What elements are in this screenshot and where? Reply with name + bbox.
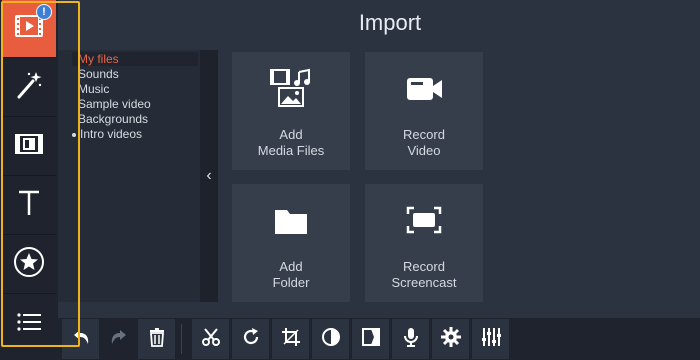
page-title: Import bbox=[358, 10, 422, 35]
cut-icon bbox=[200, 326, 222, 353]
undo-icon bbox=[70, 326, 92, 353]
crop-button[interactable] bbox=[272, 319, 309, 359]
tree-item-music[interactable]: Music bbox=[78, 82, 109, 97]
rotate-icon bbox=[240, 326, 262, 353]
transition-button[interactable] bbox=[352, 319, 389, 359]
tree-bullet-icon bbox=[72, 132, 76, 137]
sidebar-item-more[interactable] bbox=[2, 295, 56, 353]
redo-button[interactable] bbox=[100, 319, 137, 359]
left-toolbar: ! bbox=[0, 0, 58, 360]
add-media-files-button[interactable]: Add Media Files bbox=[232, 52, 350, 170]
transition-icon bbox=[360, 326, 382, 353]
settings-icon bbox=[440, 326, 462, 353]
tree-item-label: Intro videos bbox=[80, 127, 143, 141]
notification-badge: ! bbox=[36, 4, 52, 20]
tile-label: Record Video bbox=[403, 127, 445, 158]
video-editor-window: ! My files Sounds Music Sample video Bac… bbox=[0, 0, 700, 360]
microphone-button[interactable] bbox=[392, 319, 429, 359]
tile-label: Add Folder bbox=[272, 259, 310, 290]
tree-item-sounds[interactable]: Sounds bbox=[78, 67, 119, 82]
crop-icon bbox=[280, 326, 302, 353]
cut-button[interactable] bbox=[192, 319, 229, 359]
list-icon bbox=[11, 304, 47, 345]
add-media-icon bbox=[269, 52, 313, 113]
tree-item-backgrounds[interactable]: Backgrounds bbox=[78, 112, 148, 127]
undo-button[interactable] bbox=[62, 319, 99, 359]
video-camera-icon bbox=[402, 52, 446, 113]
chevron-left-icon: ‹ bbox=[206, 167, 212, 184]
sidebar-item-filters[interactable] bbox=[2, 59, 56, 117]
add-folder-button[interactable]: Add Folder bbox=[232, 184, 350, 302]
microphone-icon bbox=[400, 326, 422, 353]
text-title-icon bbox=[11, 185, 47, 226]
record-video-button[interactable]: Record Video bbox=[365, 52, 483, 170]
transitions-icon bbox=[11, 126, 47, 167]
equalizer-button[interactable] bbox=[472, 319, 509, 359]
tile-label: Add Media Files bbox=[257, 127, 325, 158]
bottom-toolbar bbox=[58, 318, 700, 360]
rotate-button[interactable] bbox=[232, 319, 269, 359]
settings-button[interactable] bbox=[432, 319, 469, 359]
sidebar-item-stickers[interactable] bbox=[2, 236, 56, 294]
sticker-star-icon bbox=[11, 244, 47, 285]
tree-item-sample-video[interactable]: Sample video bbox=[78, 97, 151, 112]
color-adjust-icon bbox=[320, 326, 342, 353]
color-adjust-button[interactable] bbox=[312, 319, 349, 359]
folder-icon bbox=[269, 184, 313, 245]
collapse-panel-button[interactable]: ‹ bbox=[200, 50, 218, 302]
delete-icon bbox=[146, 326, 168, 353]
screencast-icon bbox=[402, 184, 446, 245]
sidebar-item-import[interactable]: ! bbox=[2, 0, 56, 58]
toolbar-divider bbox=[181, 324, 182, 354]
file-tree-panel: My files Sounds Music Sample video Backg… bbox=[58, 50, 200, 302]
delete-button[interactable] bbox=[138, 319, 175, 359]
sidebar-item-titles[interactable] bbox=[2, 177, 56, 235]
tile-label: Record Screencast bbox=[391, 259, 457, 290]
record-screencast-button[interactable]: Record Screencast bbox=[365, 184, 483, 302]
equalizer-icon bbox=[480, 326, 502, 353]
redo-icon bbox=[108, 326, 130, 353]
tree-item-intro-videos[interactable]: Intro videos bbox=[72, 127, 143, 142]
tree-item-my-files[interactable]: My files bbox=[78, 52, 119, 67]
sidebar-item-transitions[interactable] bbox=[2, 118, 56, 176]
magic-wand-icon bbox=[11, 67, 47, 108]
